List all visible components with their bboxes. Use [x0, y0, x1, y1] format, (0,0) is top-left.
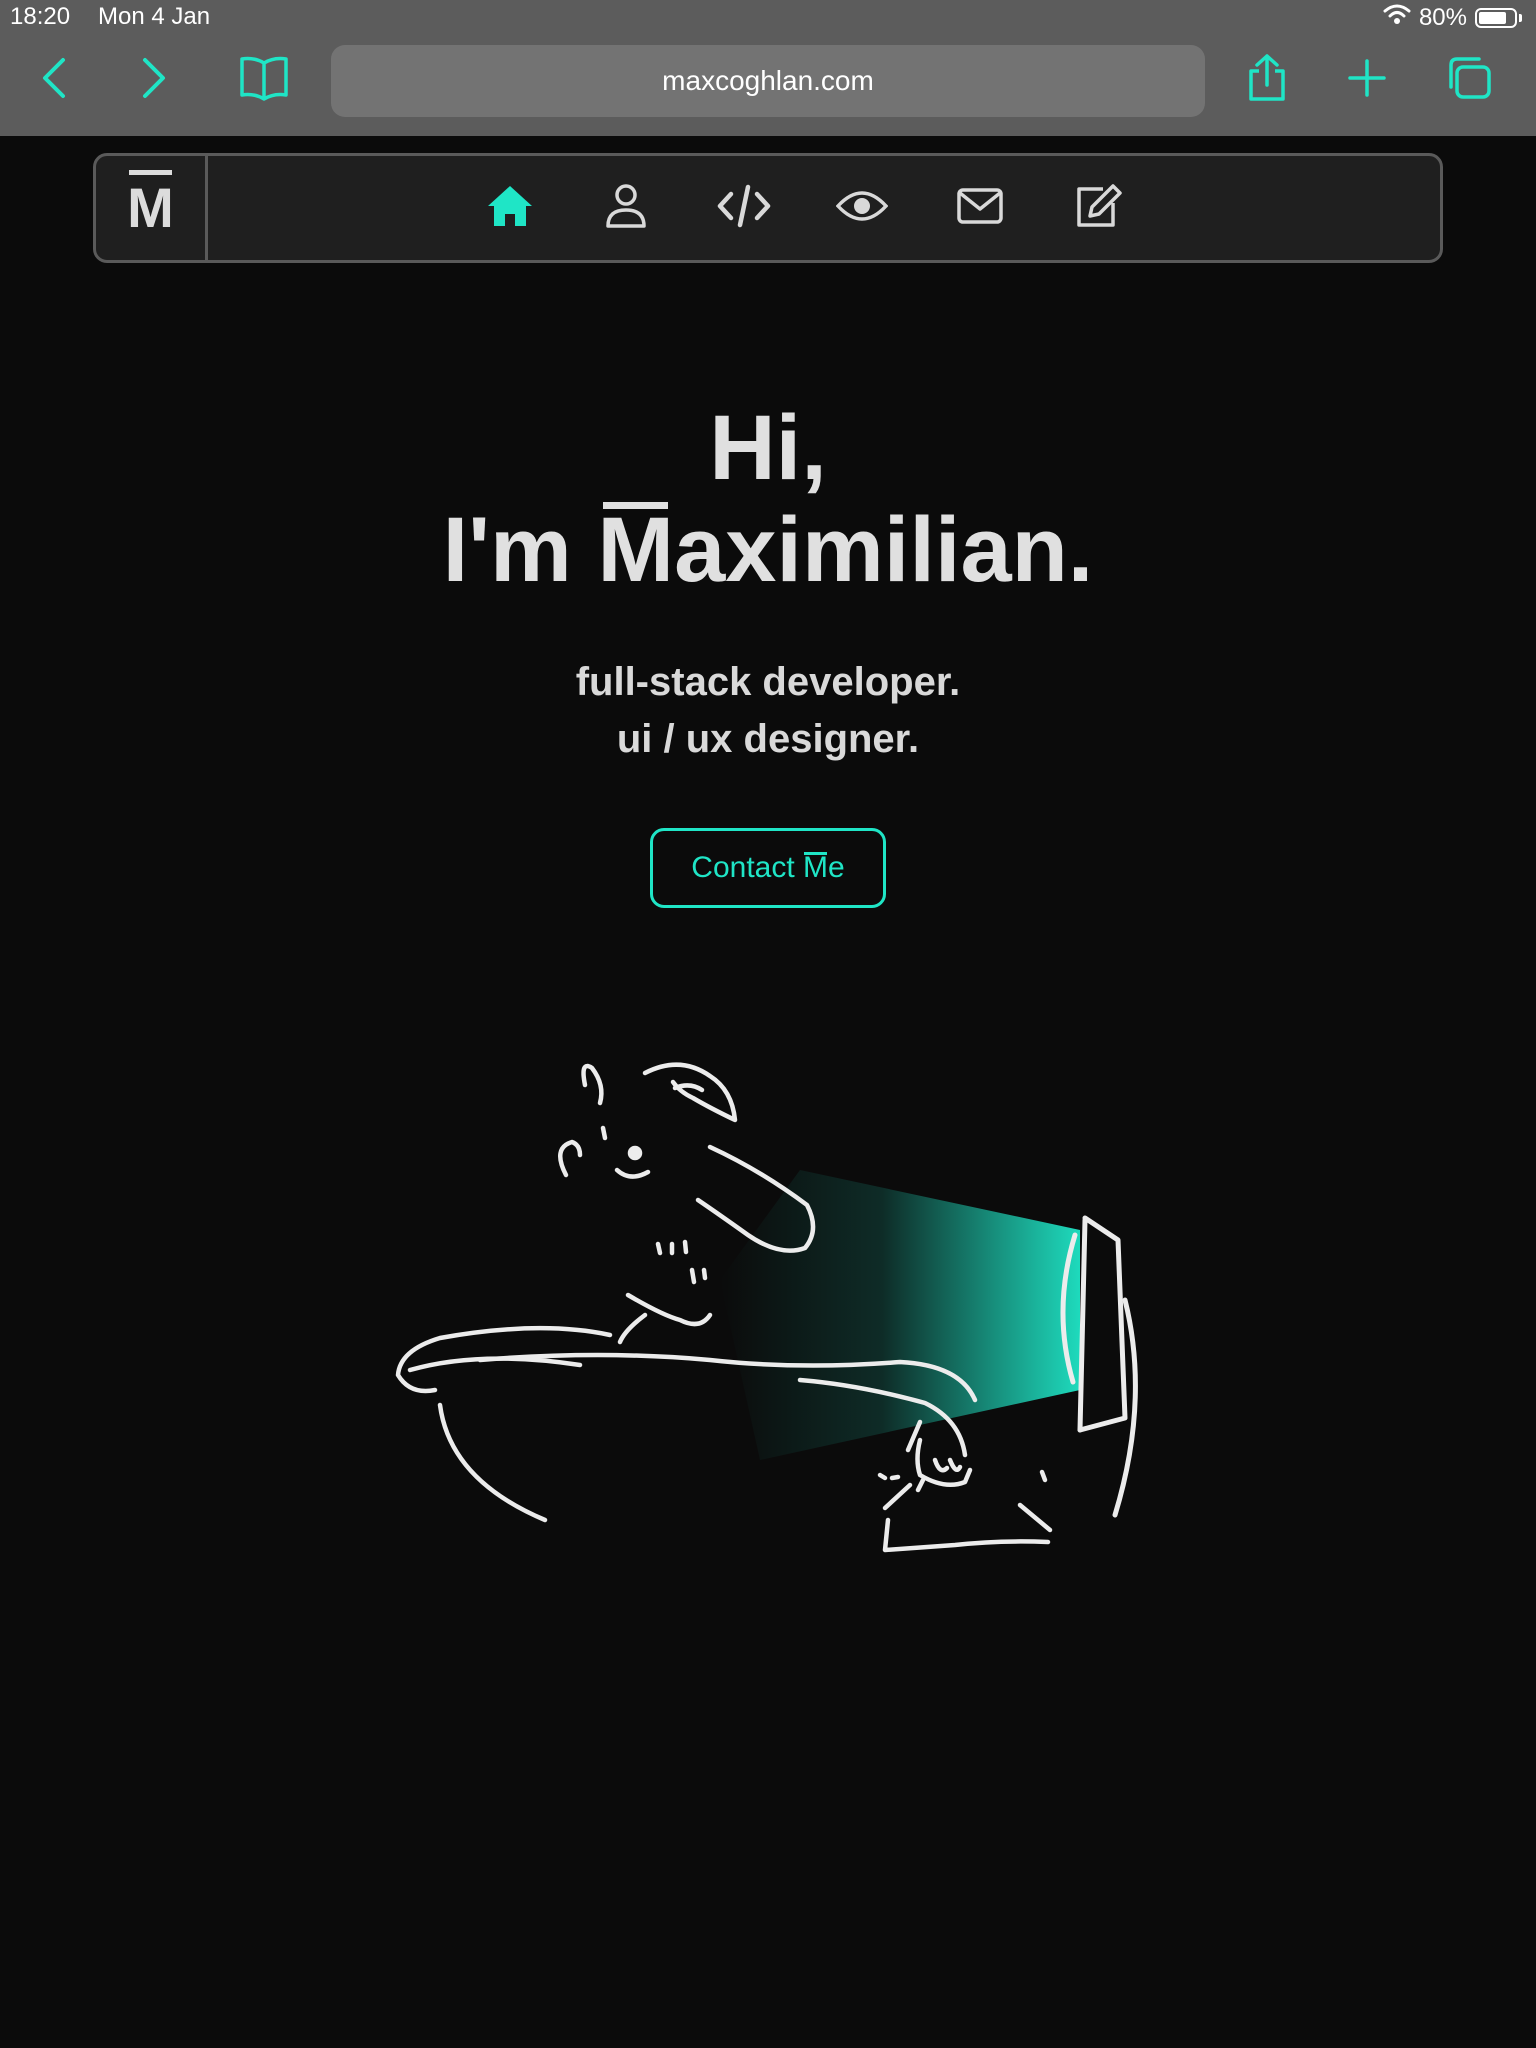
address-bar[interactable]: maxcoghlan.com	[331, 45, 1205, 117]
back-button[interactable]	[26, 52, 82, 108]
contact-rest: e	[828, 851, 845, 884]
share-button[interactable]	[1239, 52, 1295, 108]
battery-icon	[1475, 7, 1517, 28]
contact-macron	[804, 852, 828, 855]
hero-name-rest: aximilian.	[674, 499, 1094, 601]
code-icon	[717, 184, 771, 233]
share-icon	[1245, 53, 1289, 108]
forward-icon	[139, 56, 169, 105]
nav-portfolio[interactable]	[835, 182, 889, 234]
developer-illustration	[380, 1020, 1160, 1580]
nav-projects[interactable]	[717, 182, 771, 234]
mail-icon	[956, 187, 1004, 230]
hero-name-initial: M	[597, 499, 675, 601]
hero-subtitle-designer: ui / ux designer.	[616, 717, 920, 761]
hero-name-initial-wrap: M	[597, 498, 674, 602]
logo-macron	[129, 170, 172, 175]
home-icon	[486, 184, 534, 233]
bookmarks-icon	[238, 55, 290, 106]
tabs-icon	[1445, 55, 1493, 106]
forward-button[interactable]	[126, 52, 182, 108]
name-macron	[603, 502, 669, 509]
status-bar: 18:20 Mon 4 Jan 80%	[0, 0, 1536, 34]
site-logo[interactable]: M	[96, 156, 208, 260]
hero-name-prefix: I'm	[442, 499, 598, 601]
tabs-button[interactable]	[1441, 52, 1497, 108]
hero-name: I'm Maximilian.	[0, 498, 1536, 602]
wifi-icon	[1383, 3, 1411, 32]
screen-light-beam	[720, 1170, 1080, 1460]
status-time: 18:20	[10, 3, 71, 30]
status-date: Mon 4 Jan	[98, 3, 211, 30]
url-text: maxcoghlan.com	[662, 65, 874, 96]
nav-blog[interactable]	[1072, 182, 1124, 234]
nav-contact[interactable]	[954, 182, 1006, 234]
bookmarks-button[interactable]	[236, 52, 292, 108]
contact-me-button[interactable]: Contact Me	[650, 828, 886, 908]
battery-fill	[1479, 11, 1507, 24]
contact-initial-wrap: M	[803, 851, 828, 885]
battery-nub	[1519, 13, 1522, 22]
browser-toolbar: 18:20 Mon 4 Jan 80% maxcoghlan.com	[0, 0, 1536, 136]
status-indicators: 80%	[1383, 3, 1522, 32]
logo-text: M	[127, 176, 174, 239]
person-icon	[605, 183, 647, 234]
nav-about[interactable]	[600, 182, 652, 234]
back-icon	[39, 56, 69, 105]
nav-home[interactable]	[484, 182, 536, 234]
contact-initial: M	[803, 851, 829, 884]
new-tab-icon	[1347, 58, 1387, 103]
logo-letter: M	[127, 170, 174, 236]
edit-icon	[1073, 183, 1123, 234]
eye-icon	[835, 188, 889, 229]
hero-greeting: Hi,	[709, 397, 827, 499]
battery-percent: 80%	[1418, 3, 1467, 31]
developer-drawing	[395, 1062, 1138, 1553]
site-nav: M	[93, 153, 1443, 263]
contact-prefix: Contact	[691, 851, 804, 884]
new-tab-button[interactable]	[1339, 52, 1395, 108]
hero-subtitle-developer: full-stack developer.	[575, 660, 961, 704]
